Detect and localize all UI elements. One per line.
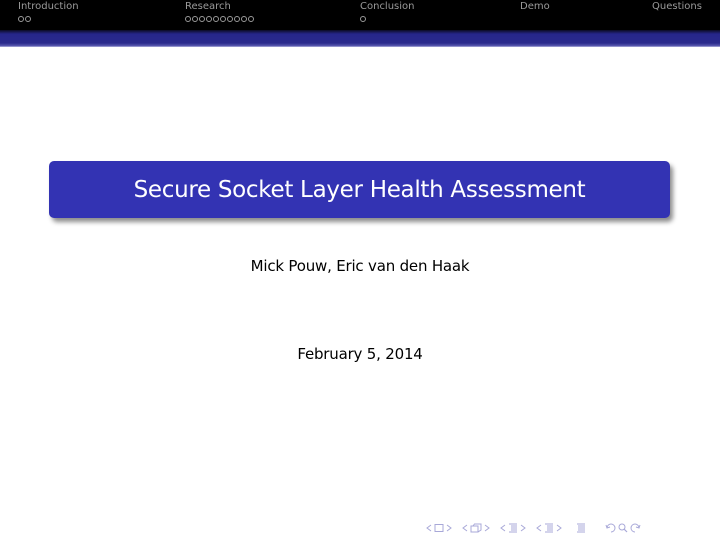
nav-section-conclusion[interactable]: Conclusion bbox=[360, 1, 415, 24]
frame-dot[interactable] bbox=[18, 16, 24, 22]
document-icon[interactable] bbox=[575, 522, 587, 534]
frame-dot[interactable] bbox=[25, 16, 31, 22]
nav-section-introduction[interactable]: Introduction bbox=[18, 1, 79, 24]
forward-icon[interactable] bbox=[629, 522, 641, 534]
back-icon[interactable] bbox=[605, 522, 617, 534]
navigation-symbols bbox=[425, 521, 641, 535]
frame-dot[interactable] bbox=[234, 16, 240, 22]
frame-dot[interactable] bbox=[248, 16, 254, 22]
frame-dot[interactable] bbox=[220, 16, 226, 22]
frame-icon[interactable] bbox=[433, 523, 445, 533]
frame-next-icon[interactable] bbox=[445, 523, 453, 533]
frame-dots bbox=[360, 16, 415, 24]
frame-dot[interactable] bbox=[206, 16, 212, 22]
section-icon[interactable] bbox=[507, 522, 519, 534]
frame-dots bbox=[18, 16, 79, 24]
subsubsection-prev-icon[interactable] bbox=[535, 523, 543, 533]
subsection-prev-icon[interactable] bbox=[461, 523, 469, 533]
frame-dot[interactable] bbox=[213, 16, 219, 22]
frame-dot[interactable] bbox=[185, 16, 191, 22]
nav-section-demo[interactable]: Demo bbox=[520, 1, 550, 13]
nav-section-questions[interactable]: Questions bbox=[652, 1, 702, 13]
nav-section-research[interactable]: Research bbox=[185, 1, 254, 24]
frame-dot[interactable] bbox=[192, 16, 198, 22]
nav-section-label: Questions bbox=[652, 1, 702, 12]
nav-section-label: Conclusion bbox=[360, 1, 415, 12]
title-block: Secure Socket Layer Health Assessment bbox=[49, 161, 670, 218]
navigation-headline: Introduction Research Conclusion Demo Qu… bbox=[0, 0, 720, 30]
subsection-next-icon[interactable] bbox=[483, 523, 491, 533]
frame-dot[interactable] bbox=[360, 16, 366, 22]
nav-section-label: Introduction bbox=[18, 1, 79, 12]
frame-dot[interactable] bbox=[241, 16, 247, 22]
subsection-icon[interactable] bbox=[469, 522, 483, 534]
subsubsection-icon[interactable] bbox=[543, 522, 555, 534]
nav-section-label: Demo bbox=[520, 1, 550, 12]
frame-prev-icon[interactable] bbox=[425, 523, 433, 533]
slide-title: Secure Socket Layer Health Assessment bbox=[133, 176, 586, 203]
frame-dot[interactable] bbox=[199, 16, 205, 22]
nav-section-label: Research bbox=[185, 1, 231, 12]
search-icon[interactable] bbox=[617, 522, 629, 534]
header-band bbox=[0, 30, 720, 47]
subsubsection-next-icon[interactable] bbox=[555, 523, 563, 533]
slide-authors: Mick Pouw, Eric van den Haak bbox=[250, 257, 470, 275]
section-next-icon[interactable] bbox=[519, 523, 527, 533]
section-prev-icon[interactable] bbox=[499, 523, 507, 533]
frame-dot[interactable] bbox=[227, 16, 233, 22]
slide-date: February 5, 2014 bbox=[297, 345, 423, 363]
frame-dots bbox=[185, 16, 254, 24]
